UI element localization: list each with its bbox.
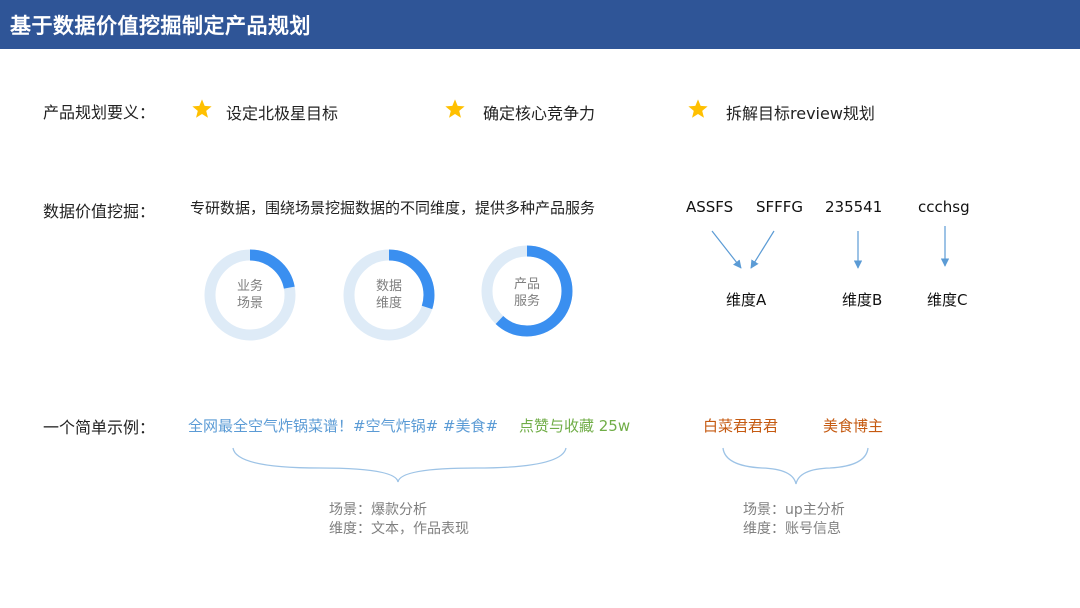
note-scenario: 场景：up主分析 (743, 502, 845, 518)
example-post-stats: 点赞与收藏 25w (519, 417, 631, 435)
dimension-label: 维度A (726, 291, 767, 309)
arrow-icon (750, 230, 775, 269)
note-dimension: 维度：文本，作品表现 (329, 521, 469, 537)
arrows-layer (232, 226, 950, 485)
example-author-name: 白菜君君君 (703, 417, 779, 435)
note-left: 场景：爆款分析 维度：文本，作品表现 (329, 501, 469, 539)
note-right: 场景：up主分析 维度：账号信息 (743, 501, 845, 539)
note-scenario: 场景：爆款分析 (329, 502, 427, 518)
example-label: 一个简单示例： (43, 418, 156, 437)
example-post-title: 全网最全空气炸锅菜谱！#空气炸锅# #美食# (188, 417, 499, 435)
brace-icon (232, 447, 567, 483)
note-dimension: 维度：账号信息 (743, 521, 841, 537)
brace-icon (722, 447, 869, 485)
dimension-label: 维度C (927, 291, 968, 309)
example-author-tag: 美食博主 (823, 417, 884, 435)
dimension-label: 维度B (842, 291, 883, 309)
arrow-icon (711, 230, 742, 269)
